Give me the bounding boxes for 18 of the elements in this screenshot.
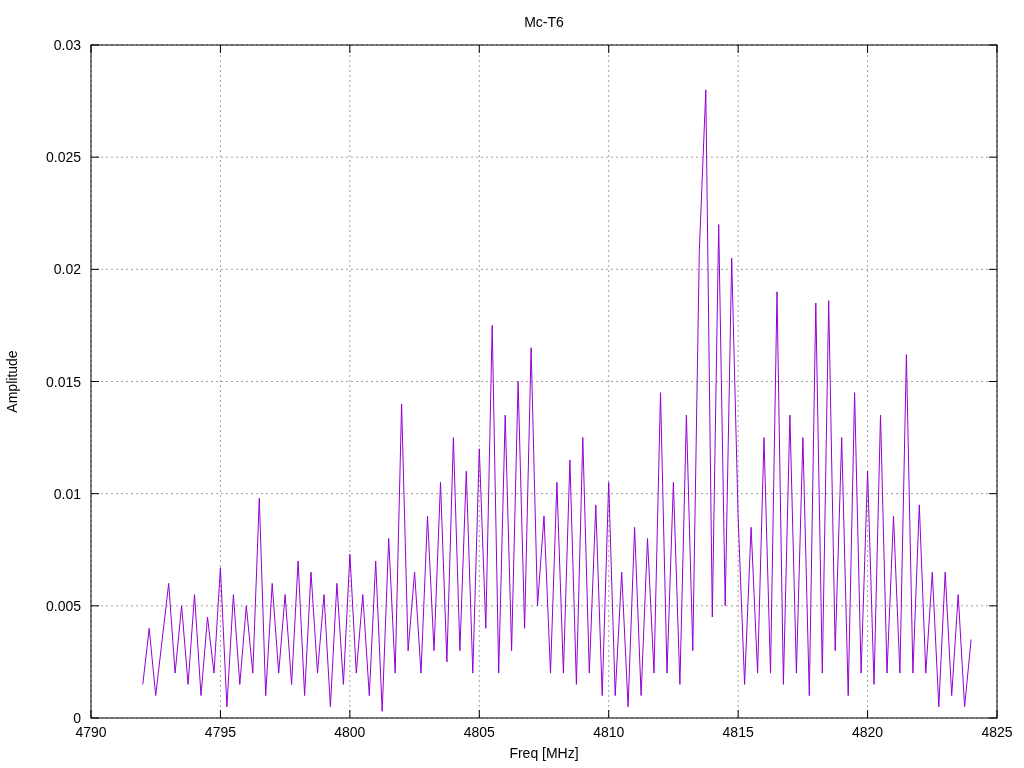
tick-label: 0	[73, 710, 81, 726]
tick-label: 0.005	[45, 597, 81, 614]
tick-label: 4820	[852, 724, 884, 740]
y-axis-label: Amplitude	[4, 350, 20, 413]
tick-label: 0.03	[53, 37, 81, 53]
tick-label: 4805	[463, 724, 495, 740]
chart-title: Mc-T6	[524, 14, 564, 30]
x-axis-label: Freq [MHz]	[509, 745, 579, 761]
tick-label: 0.01	[53, 485, 81, 502]
tick-label: 4795	[204, 724, 236, 740]
tick-label: 0.025	[45, 149, 81, 166]
tick-label: 4790	[75, 724, 107, 740]
tick-label: 0.015	[45, 373, 81, 390]
tick-label: 4810	[593, 724, 625, 740]
tick-label: 4800	[334, 724, 366, 740]
tick-label: 0.02	[53, 261, 81, 278]
tick-label: 4815	[722, 724, 754, 740]
tick-label: 4825	[981, 724, 1013, 740]
